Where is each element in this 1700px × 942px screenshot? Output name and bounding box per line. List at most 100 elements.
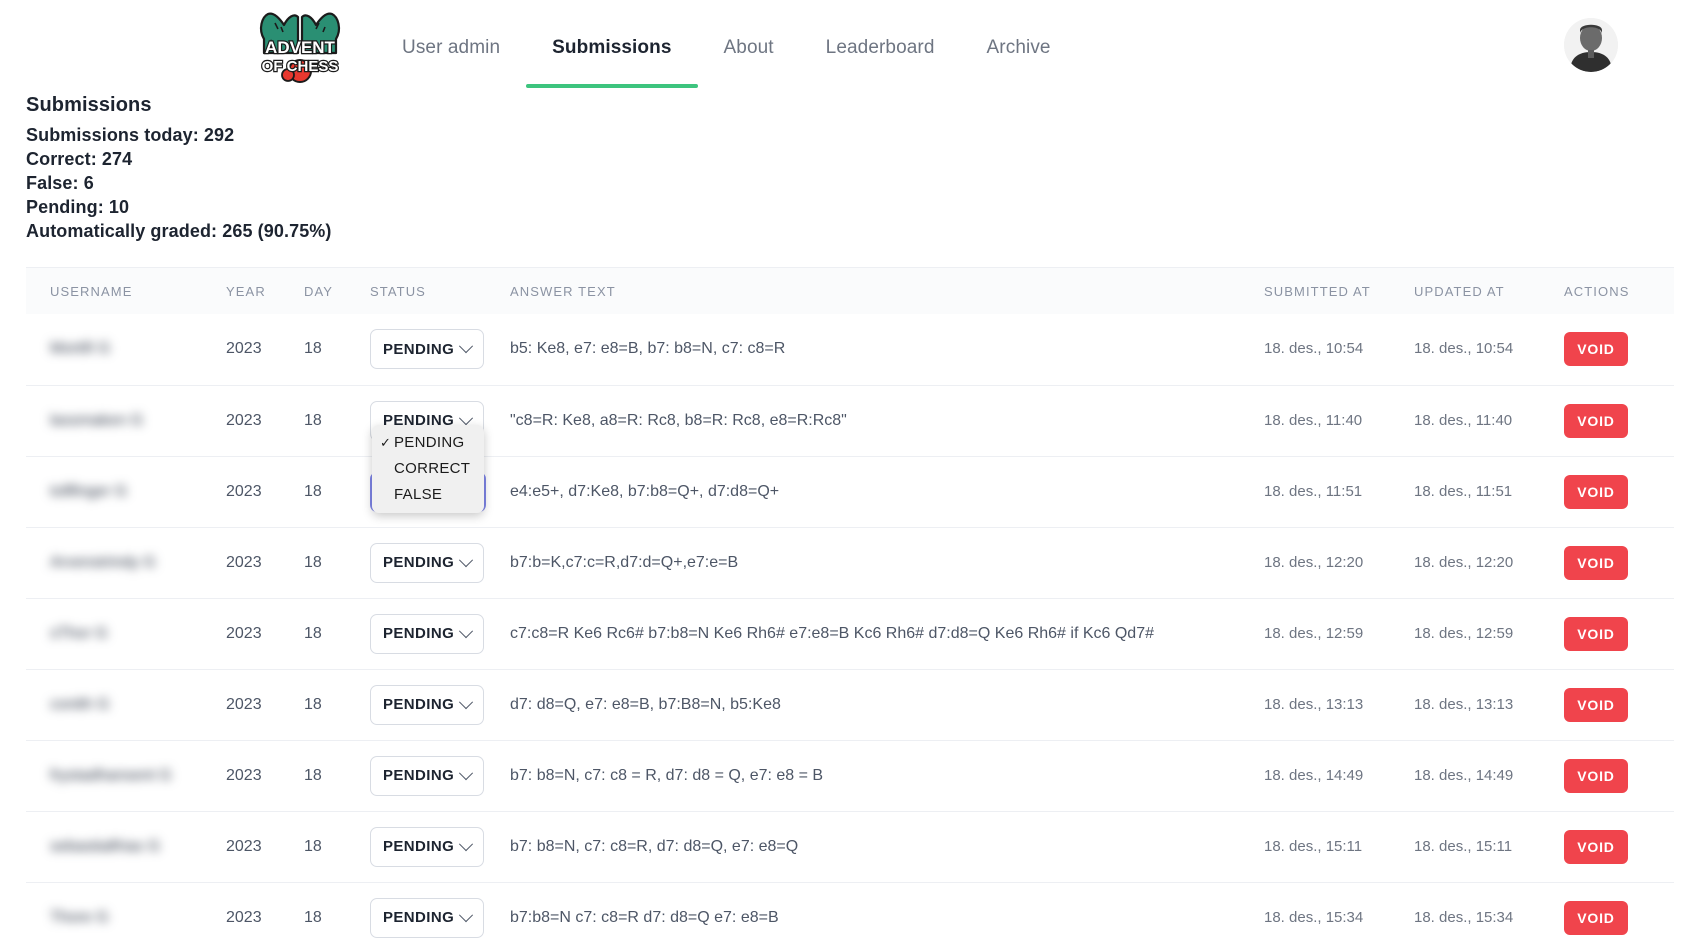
nav-item-archive[interactable]: Archive (961, 0, 1077, 96)
cell-day: 18 (304, 739, 370, 811)
col-username: USERNAME (50, 283, 133, 299)
updated-timestamp: 18. des., 12:59 (1414, 624, 1514, 642)
void-button[interactable]: VOID (1564, 900, 1628, 935)
table-row: Mortifi G 2023 18 PENDING b5: Ke8, e7: e8=B,… (26, 314, 1674, 385)
cell-status: PENDING (370, 526, 510, 598)
cell-updated-at: 18. des., 11:51 (1414, 455, 1564, 527)
status-select-value: PENDING (383, 909, 455, 927)
username-redacted: lassmaken G (50, 411, 144, 429)
cell-answer-text: e4:e5+, d7:Ke8, b7:b8=Q+, d7:d8=Q+ (510, 455, 1264, 527)
cell-updated-at: 18. des., 11:40 (1414, 384, 1564, 456)
answer-text: b7: b8=N, c7: c8=R, d7: d8=Q, e7: e8=Q (510, 837, 799, 855)
cell-day: 18 (304, 668, 370, 740)
submitted-timestamp: 18. des., 11:51 (1264, 482, 1363, 500)
cell-year: 2023 (226, 340, 262, 358)
void-button[interactable]: VOID (1564, 332, 1628, 367)
updated-timestamp: 18. des., 15:34 (1414, 908, 1514, 926)
chevron-down-icon (459, 907, 474, 922)
logo-text-line1: ADVENT (265, 38, 336, 57)
cell-username: conith G (26, 668, 226, 740)
void-button[interactable]: VOID (1564, 687, 1628, 722)
main-nav: User admin Submissions About Leaderboard… (376, 0, 1077, 96)
username-redacted: frystadhansent G (50, 766, 172, 784)
nav-item-leaderboard[interactable]: Leaderboard (800, 0, 961, 96)
status-select[interactable]: PENDING (370, 897, 485, 938)
nav-label: Archive (986, 37, 1051, 58)
cell-answer-text: b7:b8=N c7: c8=R d7: d8=Q e7: e8=B (510, 881, 1264, 942)
chevron-down-icon (459, 552, 474, 567)
status-option-pending[interactable]: ✓ PENDING (372, 430, 484, 456)
void-button[interactable]: VOID (1564, 829, 1628, 864)
table-row: Arvenstrindy G 2023 18 PENDING b7:b=K,c7:c=R… (26, 526, 1674, 598)
username-redacted: Arvenstrindy G (50, 553, 156, 571)
nav-label: User admin (402, 37, 501, 58)
table-row: sThor G 2023 18 PENDING c7:c8=R Ke6 Rc6# b7:… (26, 597, 1674, 669)
cell-status: PENDING (370, 314, 510, 385)
void-button[interactable]: VOID (1564, 758, 1628, 793)
status-select[interactable]: PENDING (370, 613, 485, 654)
cell-username: Mortifi G (26, 314, 226, 385)
void-button[interactable]: VOID (1564, 474, 1628, 509)
cell-actions: VOID (1564, 668, 1674, 740)
updated-timestamp: 18. des., 13:13 (1414, 695, 1514, 713)
status-select[interactable]: PENDING (370, 684, 485, 725)
void-button[interactable]: VOID (1564, 403, 1628, 438)
status-dropdown-menu[interactable]: ✓ PENDING CORRECT FALSE (372, 424, 485, 513)
username-redacted: Mortifi G (50, 340, 111, 358)
chevron-down-icon (459, 339, 474, 354)
void-button[interactable]: VOID (1564, 616, 1628, 651)
col-submitted-at: SUBMITTED AT (1264, 283, 1371, 299)
site-logo[interactable]: ADVENT OF CHESS (248, 9, 352, 87)
cell-submitted-at: 18. des., 11:51 (1264, 455, 1414, 527)
cell-answer-text: b7:b=K,c7:c=R,d7:d=Q+,e7:e=B (510, 526, 1264, 598)
submitted-timestamp: 18. des., 10:54 (1264, 340, 1364, 358)
cell-day: 18 (304, 384, 370, 456)
cell-day: 18 (304, 340, 322, 358)
cell-submitted-at: 18. des., 15:11 (1264, 810, 1414, 882)
submitted-timestamp: 18. des., 15:34 (1264, 908, 1364, 926)
submitted-timestamp: 18. des., 12:20 (1264, 553, 1364, 571)
cell-actions: VOID (1564, 739, 1674, 811)
table-row: tollfinger G 202318 PENDING✓PENDING CORRECT… (26, 424, 1674, 527)
cell-answer-text: c7:c8=R Ke6 Rc6# b7:b8=N Ke6 Rh6# e7:e8=… (510, 597, 1264, 669)
table-row: frystadhansent G 2023 18 PENDING b7: b8=N, c… (26, 739, 1674, 811)
table-row: sebastialfrias G 2023 18 PENDING b7: b8=N, c… (26, 810, 1674, 882)
status-select[interactable]: PENDING (370, 329, 485, 370)
status-option-false[interactable]: FALSE (372, 482, 484, 508)
cell-year: 2023 (226, 455, 304, 527)
stat-pending: Pending: 10 (26, 197, 130, 217)
username-redacted: tollfinger G (50, 482, 128, 500)
table-header-row: USERNAME YEAR DAY STATUS ANSWER TEXT SUB… (26, 268, 1674, 314)
col-actions: ACTIONS (1564, 283, 1630, 299)
cell-year: 2023 (226, 668, 304, 740)
cell-updated-at: 18. des., 10:54 (1414, 314, 1564, 385)
cell-actions: VOID (1564, 810, 1674, 882)
username-redacted: sThor G (50, 624, 108, 642)
col-day: DAY (304, 283, 334, 299)
cell-actions: VOID (1564, 881, 1674, 942)
answer-text: "c8=R: Ke8, a8=R: Rc8, b8=R: Rc8, e8=R:R… (510, 411, 847, 429)
avatar[interactable] (1564, 18, 1618, 72)
status-select[interactable]: PENDING (370, 542, 485, 583)
submitted-timestamp: 18. des., 13:13 (1264, 695, 1364, 713)
status-option-correct[interactable]: CORRECT (372, 456, 484, 482)
cell-updated-at: 18. des., 13:13 (1414, 668, 1564, 740)
table-head: USERNAME YEAR DAY STATUS ANSWER TEXT SUB… (26, 268, 1674, 314)
nav-item-submissions[interactable]: Submissions (526, 0, 698, 96)
cell-status: PENDING (370, 810, 510, 882)
updated-timestamp: 18. des., 14:49 (1414, 766, 1514, 784)
status-select[interactable]: PENDING (370, 826, 485, 867)
status-select[interactable]: PENDING (370, 755, 485, 796)
updated-timestamp: 18. des., 11:51 (1414, 482, 1513, 500)
status-select-value: PENDING (383, 554, 455, 571)
nav-item-user-admin[interactable]: User admin (376, 0, 526, 96)
chevron-down-icon (459, 694, 474, 709)
status-option-label: FALSE (394, 485, 443, 503)
username-redacted: sebastialfrias G (50, 837, 161, 855)
status-select-value: PENDING (383, 767, 455, 784)
cell-submitted-at: 18. des., 10:54 (1264, 314, 1414, 385)
chevron-down-icon (459, 410, 474, 425)
cell-answer-text: b5: Ke8, e7: e8=B, b7: b8=N, c7: c8=R (510, 314, 1264, 385)
void-button[interactable]: VOID (1564, 545, 1628, 580)
nav-item-about[interactable]: About (698, 0, 800, 96)
